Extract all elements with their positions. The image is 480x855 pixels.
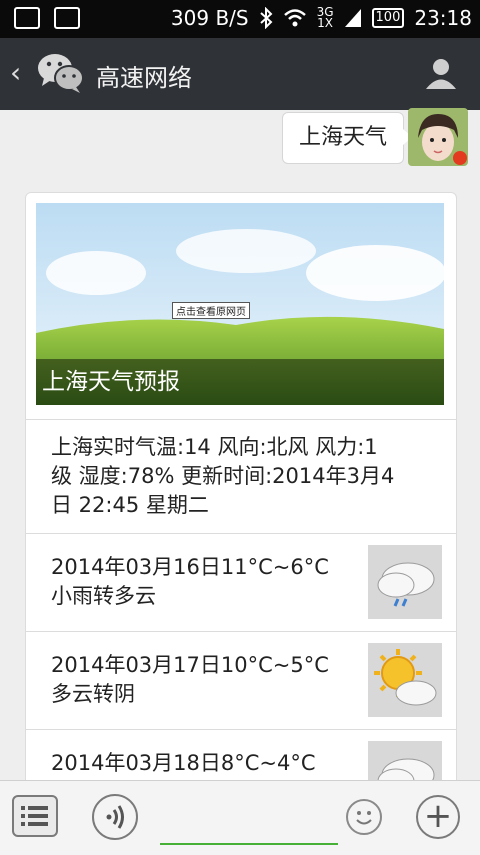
battery-indicator: 100 [371, 8, 405, 28]
chat-title: 高速网络 [96, 64, 192, 92]
rain-cloud-icon [368, 545, 442, 619]
menu-toggle-button[interactable] [12, 795, 58, 837]
net-speed: 309 B/S [170, 6, 249, 30]
profile-icon[interactable] [424, 56, 458, 90]
view-original-link[interactable]: 点击查看原网页 [172, 302, 250, 319]
clock: 23:18 [414, 6, 472, 30]
forecast-item[interactable]: 2014年03月16日11°C~6°C 小雨转多云 [26, 533, 456, 631]
user-avatar[interactable] [408, 108, 468, 166]
forecast-date-temp: 2014年03月18日8°C~4°C [51, 751, 316, 775]
notification-cat-icon [54, 7, 80, 29]
list-menu-icon [21, 806, 48, 826]
back-button[interactable]: ‹ [10, 56, 21, 89]
wifi-icon [283, 9, 306, 27]
signal-icon [344, 9, 361, 27]
network-type: 3G 1X [316, 5, 334, 30]
divider [26, 419, 456, 420]
bluetooth-icon [259, 7, 273, 29]
forecast-condition: 小雨转多云 [51, 584, 156, 608]
message-input[interactable] [160, 797, 338, 845]
voice-input-button[interactable] [92, 794, 138, 840]
wechat-logo-icon [38, 54, 84, 93]
sun-cloud-icon [368, 643, 442, 717]
forecast-date-temp: 2014年03月17日10°C~5°C [51, 653, 329, 677]
more-actions-button[interactable]: + [416, 795, 460, 839]
emoji-button[interactable] [346, 799, 382, 835]
notification-mail-icon [14, 7, 40, 29]
forecast-item[interactable]: 2014年03月17日10°C~5°C 多云转阴 [26, 631, 456, 729]
realtime-weather-info[interactable]: 上海实时气温:14 风向:北风 风力:1级 湿度:78% 更新时间:2014年3… [51, 433, 396, 520]
status-bar: 309 B/S 3G 1X 100 23:18 [0, 0, 480, 38]
forecast-date-temp: 2014年03月16日11°C~6°C [51, 555, 329, 579]
chat-header: ‹ 高速网络 [0, 38, 480, 110]
weather-news-card[interactable]: 点击查看原网页 上海天气预报 上海实时气温:14 风向:北风 风力:1级 湿度:… [25, 192, 457, 794]
sent-message-bubble[interactable]: 上海天气 [281, 112, 413, 164]
voice-wave-icon [106, 805, 124, 829]
forecast-condition: 多云转阴 [51, 682, 135, 706]
banner-caption: 上海天气预报 [36, 359, 444, 405]
smiley-icon [356, 811, 372, 825]
weather-banner[interactable]: 点击查看原网页 上海天气预报 [36, 203, 444, 405]
chat-input-bar: + [0, 780, 480, 855]
